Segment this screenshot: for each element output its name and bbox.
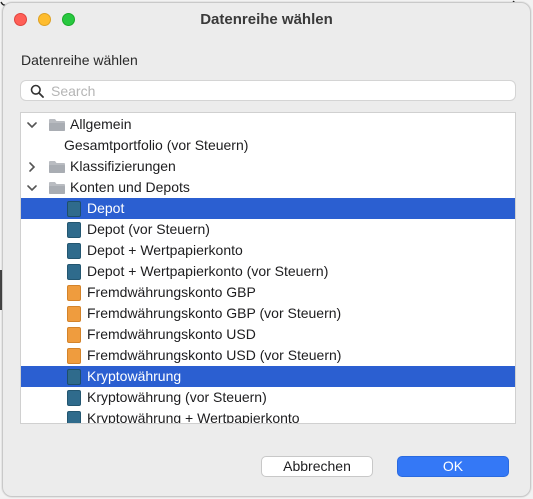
tree-item-row[interactable]: Gesamtportfolio (vor Steuern) <box>21 135 515 156</box>
tree-item-label: Fremdwährungskonto USD <box>87 326 256 342</box>
tree-item-row[interactable]: Depot (vor Steuern) <box>21 219 515 240</box>
search-input[interactable] <box>51 82 506 99</box>
tree-item-label: Klassifizierungen <box>70 158 176 174</box>
folder-icon <box>49 182 65 194</box>
tree-item-label: Fremdwährungskonto GBP (vor Steuern) <box>87 305 342 321</box>
tree-item-label: Fremdwährungskonto USD (vor Steuern) <box>87 347 342 363</box>
tree-group-row[interactable]: Klassifizierungen <box>21 156 515 177</box>
tree-item-label: Kryptowährung (vor Steuern) <box>87 389 267 405</box>
window-title: Datenreihe wählen <box>200 11 333 28</box>
portfolio-book-icon <box>67 201 81 217</box>
tree-item-label: Depot (vor Steuern) <box>87 221 210 237</box>
tree-item-row[interactable]: Fremdwährungskonto USD (vor Steuern) <box>21 345 515 366</box>
folder-icon <box>49 119 65 131</box>
portfolio-book-icon <box>67 390 81 406</box>
tree-item-row[interactable]: Kryptowährung + Wertpapierkonto <box>21 408 515 424</box>
chevron-down-icon[interactable] <box>26 182 38 194</box>
chevron-down-icon[interactable] <box>26 119 38 131</box>
account-book-icon <box>67 327 81 343</box>
portfolio-book-icon <box>67 222 81 238</box>
chevron-right-icon[interactable] <box>26 161 38 173</box>
portfolio-book-icon <box>67 369 81 385</box>
account-book-icon <box>67 348 81 364</box>
tree-item-label: Depot + Wertpapierkonto <box>87 242 243 258</box>
tree-item-label: Gesamtportfolio (vor Steuern) <box>64 137 249 153</box>
tree-item-row[interactable]: Kryptowährung (vor Steuern) <box>21 387 515 408</box>
tree-item-label: Allgemein <box>70 116 132 132</box>
tree-group-row[interactable]: Allgemein <box>21 114 515 135</box>
title-bar: Datenreihe wählen <box>3 3 530 37</box>
tree-item-label: Depot <box>87 200 125 216</box>
tree-item-row[interactable]: Depot <box>21 198 515 219</box>
account-book-icon <box>67 285 81 301</box>
tree-item-label: Kryptowährung + Wertpapierkonto <box>87 410 300 424</box>
data-series-tree[interactable]: Allgemein Gesamtportfolio (vor Steuern) Kl… <box>20 112 516 424</box>
account-book-icon <box>67 306 81 322</box>
search-icon <box>30 84 44 98</box>
folder-icon <box>49 161 65 173</box>
portfolio-book-icon <box>67 243 81 259</box>
tree-item-row[interactable]: Fremdwährungskonto GBP (vor Steuern) <box>21 303 515 324</box>
dialog-window: Datenreihe wählen Datenreihe wählen Allg… <box>2 2 531 497</box>
ok-button[interactable]: OK <box>397 456 509 477</box>
tree-item-row[interactable]: Depot + Wertpapierkonto (vor Steuern) <box>21 261 515 282</box>
tree-group-row[interactable]: Konten und Depots <box>21 177 515 198</box>
tree-item-row[interactable]: Fremdwährungskonto USD <box>21 324 515 345</box>
portfolio-book-icon <box>67 264 81 280</box>
section-label: Datenreihe wählen <box>21 52 138 68</box>
tree-item-label: Fremdwährungskonto GBP <box>87 284 256 300</box>
tree-item-row[interactable]: Depot + Wertpapierkonto <box>21 240 515 261</box>
tree-item-label: Depot + Wertpapierkonto (vor Steuern) <box>87 263 329 279</box>
cancel-button[interactable]: Abbrechen <box>261 456 373 477</box>
search-field[interactable] <box>20 80 516 101</box>
portfolio-book-icon <box>67 411 81 423</box>
tree-item-row[interactable]: Fremdwährungskonto GBP <box>21 282 515 303</box>
tree-item-label: Konten und Depots <box>70 179 190 195</box>
tree-item-label: Kryptowährung <box>87 368 182 384</box>
tree-item-row[interactable]: Kryptowährung <box>21 366 515 387</box>
